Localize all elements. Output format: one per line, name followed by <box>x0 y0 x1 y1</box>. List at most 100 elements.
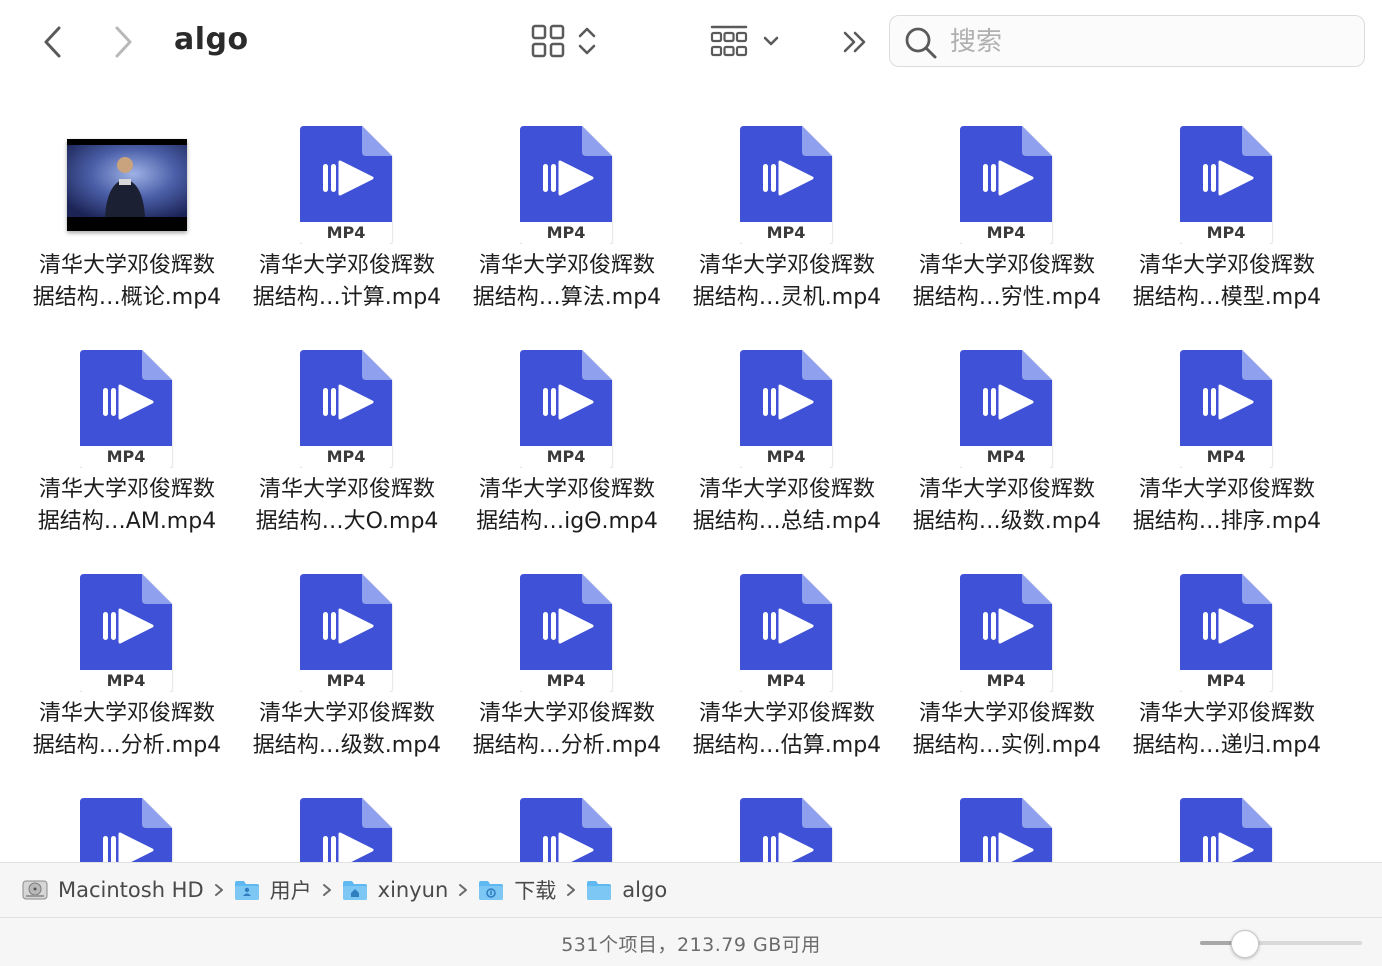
mp4-file-icon: MP4 <box>960 798 1052 862</box>
file-type-badge: MP4 <box>327 223 366 242</box>
file-item[interactable]: MP4 清华大学邓俊辉数 据结构…排序.mp4 <box>1117 338 1337 562</box>
more-toolbar-button[interactable] <box>830 18 880 66</box>
file-name: 清华大学邓俊辉数 据结构…概论.mp4 <box>17 250 237 314</box>
window-title: algo <box>174 22 249 57</box>
file-item[interactable]: MP4 清华大学邓俊辉数 据结构…级数.mp4 <box>237 562 457 786</box>
file-grid: 清华大学邓俊辉数 据结构…概论.mp4 MP4 清华大学邓俊辉数 据结构…计算.mp4 M… <box>17 114 1337 862</box>
file-name-line1: 清华大学邓俊辉数 <box>478 253 655 278</box>
folder-home-icon <box>342 881 367 900</box>
file-type-badge: MP4 <box>987 447 1026 466</box>
group-by-button[interactable] <box>700 16 790 66</box>
file-item[interactable]: MP4 清华大学邓俊辉数 据结构…大O.mp4 <box>237 338 457 562</box>
file-name-line2: 据结构…总结.mp4 <box>692 509 882 534</box>
file-type-badge: MP4 <box>987 223 1026 242</box>
mp4-file-icon: MP4 <box>960 574 1052 692</box>
file-item[interactable]: MP4 <box>237 786 457 862</box>
file-name-line2: 据结构…分析.mp4 <box>32 733 222 758</box>
mp4-file-icon: MP4 <box>300 574 392 692</box>
mp4-file-icon: MP4 <box>520 126 612 244</box>
path-crumb[interactable]: algo <box>586 878 667 902</box>
file-item[interactable]: MP4 清华大学邓俊辉数 据结构…计算.mp4 <box>237 114 457 338</box>
icon-size-slider[interactable] <box>1200 930 1364 958</box>
file-name: 清华大学邓俊辉数 据结构…实例.mp4 <box>897 698 1117 762</box>
file-item[interactable]: MP4 清华大学邓俊辉数 据结构…模型.mp4 <box>1117 114 1337 338</box>
file-type-badge: MP4 <box>987 671 1026 690</box>
path-crumb-icon <box>478 878 504 902</box>
file-name-line2: 据结构…分析.mp4 <box>472 733 662 758</box>
file-item[interactable]: MP4 清华大学邓俊辉数 据结构…算法.mp4 <box>457 114 677 338</box>
file-name-line1: 清华大学邓俊辉数 <box>478 477 655 502</box>
file-item[interactable]: MP4 清华大学邓俊辉数 据结构…AM.mp4 <box>17 338 237 562</box>
file-name-line1: 清华大学邓俊辉数 <box>258 253 435 278</box>
mp4-file-icon: MP4 <box>740 350 832 468</box>
mp4-file-icon: MP4 <box>300 126 392 244</box>
file-name-line2: 据结构…igΘ.mp4 <box>476 509 658 534</box>
file-type-badge: MP4 <box>107 447 146 466</box>
file-name-line1: 清华大学邓俊辉数 <box>38 477 215 502</box>
file-item[interactable]: MP4 <box>897 786 1117 862</box>
mp4-file-icon: MP4 <box>960 126 1052 244</box>
mp4-file-icon: MP4 <box>740 574 832 692</box>
file-item[interactable]: 清华大学邓俊辉数 据结构…概论.mp4 <box>17 114 237 338</box>
file-name-line1: 清华大学邓俊辉数 <box>698 477 875 502</box>
path-crumb-icon <box>586 878 612 902</box>
path-crumb-icon <box>342 878 368 902</box>
file-item[interactable]: MP4 清华大学邓俊辉数 据结构…递归.mp4 <box>1117 562 1337 786</box>
path-separator-icon <box>566 883 576 897</box>
file-name-line1: 清华大学邓俊辉数 <box>478 701 655 726</box>
mp4-file-icon: MP4 <box>80 574 172 692</box>
search-icon <box>905 27 937 59</box>
file-item[interactable]: MP4 清华大学邓俊辉数 据结构…实例.mp4 <box>897 562 1117 786</box>
folder-downloads-icon <box>479 881 504 900</box>
file-item[interactable]: MP4 清华大学邓俊辉数 据结构…穷性.mp4 <box>897 114 1117 338</box>
file-name: 清华大学邓俊辉数 据结构…灵机.mp4 <box>677 250 897 314</box>
search-input[interactable] <box>948 24 1352 60</box>
file-type-badge: MP4 <box>1207 447 1246 466</box>
file-item[interactable]: MP4 清华大学邓俊辉数 据结构…灵机.mp4 <box>677 114 897 338</box>
search-field[interactable] <box>889 15 1365 67</box>
path-separator-icon <box>458 883 468 897</box>
file-item[interactable]: MP4 清华大学邓俊辉数 据结构…分析.mp4 <box>17 562 237 786</box>
file-type-badge: MP4 <box>767 671 806 690</box>
file-name-line2: 据结构…级数.mp4 <box>912 509 1102 534</box>
file-item[interactable]: MP4 清华大学邓俊辉数 据结构…级数.mp4 <box>897 338 1117 562</box>
view-mode-button[interactable] <box>522 16 606 66</box>
file-item[interactable]: MP4 清华大学邓俊辉数 据结构…分析.mp4 <box>457 562 677 786</box>
path-separator-icon <box>322 883 332 897</box>
mp4-file-icon: MP4 <box>80 798 172 862</box>
path-crumb-label: algo <box>622 878 668 902</box>
file-name-line2: 据结构…排序.mp4 <box>1132 509 1322 534</box>
file-item[interactable]: MP4 <box>677 786 897 862</box>
file-type-badge: MP4 <box>547 223 586 242</box>
path-crumb[interactable]: 下载 <box>478 875 556 905</box>
path-crumb[interactable]: 用户 <box>234 875 312 905</box>
file-item[interactable]: MP4 <box>17 786 237 862</box>
file-name-line1: 清华大学邓俊辉数 <box>918 701 1095 726</box>
back-button[interactable] <box>30 20 76 64</box>
forward-button[interactable] <box>100 20 146 64</box>
file-item[interactable]: MP4 <box>457 786 677 862</box>
path-crumb-label: 下载 <box>514 879 557 903</box>
mp4-file-icon: MP4 <box>740 126 832 244</box>
file-name-line2: 据结构…递归.mp4 <box>1132 733 1322 758</box>
path-crumb[interactable]: Macintosh HD <box>22 878 204 902</box>
file-item[interactable]: MP4 清华大学邓俊辉数 据结构…总结.mp4 <box>677 338 897 562</box>
mp4-file-icon: MP4 <box>1180 798 1272 862</box>
hard-drive-icon <box>22 880 48 900</box>
file-item[interactable]: MP4 清华大学邓俊辉数 据结构…igΘ.mp4 <box>457 338 677 562</box>
path-crumb[interactable]: xinyun <box>342 878 449 902</box>
file-type-badge: MP4 <box>107 671 146 690</box>
mp4-file-icon: MP4 <box>520 798 612 862</box>
file-name-line1: 清华大学邓俊辉数 <box>698 701 875 726</box>
file-type-badge: MP4 <box>1207 671 1246 690</box>
mp4-file-icon: MP4 <box>300 798 392 862</box>
slider-thumb[interactable] <box>1230 930 1259 958</box>
file-name-line1: 清华大学邓俊辉数 <box>1138 253 1315 278</box>
file-item[interactable]: MP4 <box>1117 786 1337 862</box>
file-name-line1: 清华大学邓俊辉数 <box>258 701 435 726</box>
mp4-file-icon: MP4 <box>520 574 612 692</box>
path-crumb-label: xinyun <box>377 878 449 902</box>
folder-icon <box>587 881 612 900</box>
file-item[interactable]: MP4 清华大学邓俊辉数 据结构…估算.mp4 <box>677 562 897 786</box>
file-name-line2: 据结构…估算.mp4 <box>692 733 882 758</box>
